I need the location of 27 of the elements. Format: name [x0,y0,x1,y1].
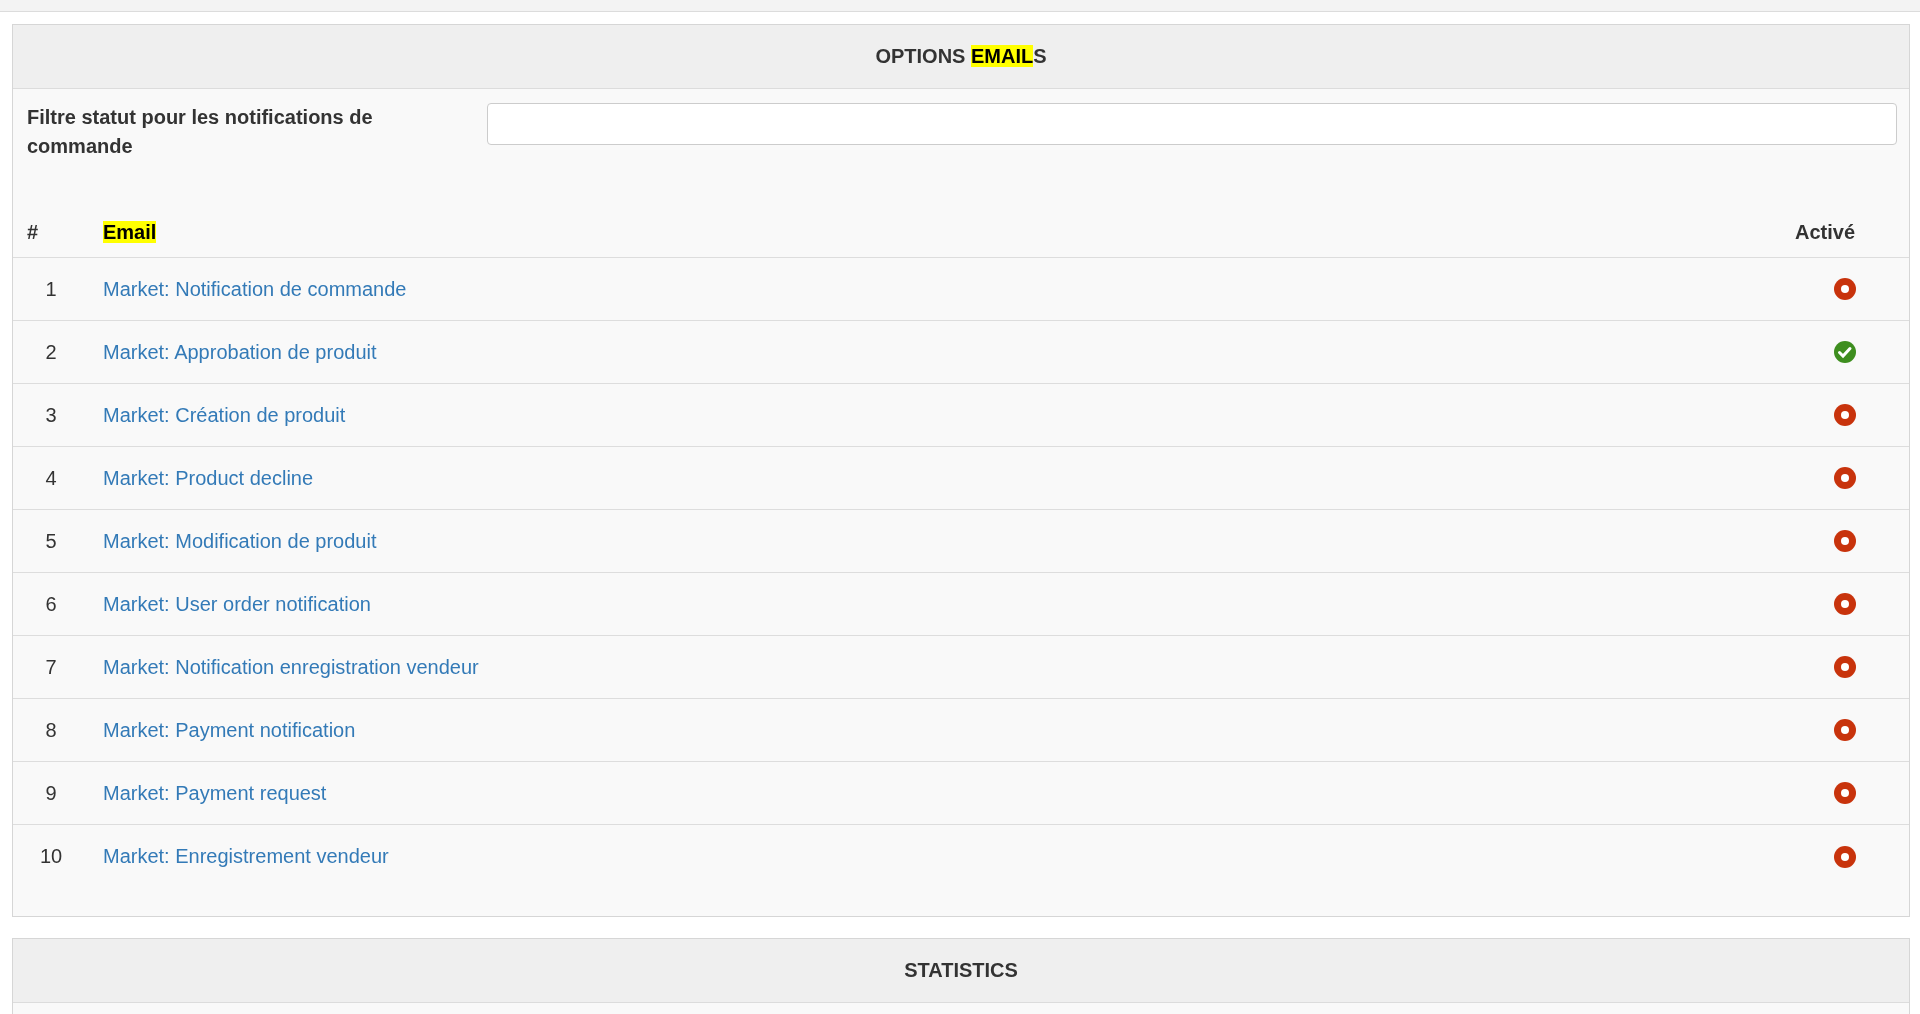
filter-label: Filtre statut pour les notifications de commande [27,105,374,159]
email-link[interactable]: Market: Payment notification [103,718,356,741]
row-number: 5 [13,509,89,573]
email-link[interactable]: Market: Product decline [103,466,314,489]
email-link[interactable]: Market: Modification de produit [103,529,377,552]
row-number: 8 [13,698,89,762]
email-link[interactable]: Market: Notification de commande [103,277,407,300]
row-number: 6 [13,572,89,636]
email-link[interactable]: Market: Approbation de produit [103,340,377,363]
row-number: 10 [13,824,89,888]
row-number: 3 [13,383,89,447]
panel-title: STATISTICS [13,938,1909,1003]
email-link[interactable]: Market: Enregistrement vendeur [103,844,389,867]
email-link[interactable]: Market: Notification enregistration vendeur [103,655,479,678]
email-link[interactable]: Market: User order notification [103,592,371,615]
email-link[interactable]: Market: Création de produit [103,403,346,426]
email-link[interactable]: Market: Payment request [103,781,327,804]
row-number: 2 [13,320,89,384]
row-number: 9 [13,761,89,825]
row-number: 1 [13,257,89,321]
filter-input[interactable] [487,103,1897,145]
column-header: Activé [1794,220,1855,243]
column-header: # [27,220,39,243]
row-number: 4 [13,446,89,510]
panel-title: OPTIONS EMAILS [13,25,1909,89]
row-number: 7 [13,635,89,699]
column-header: Email [103,220,157,243]
